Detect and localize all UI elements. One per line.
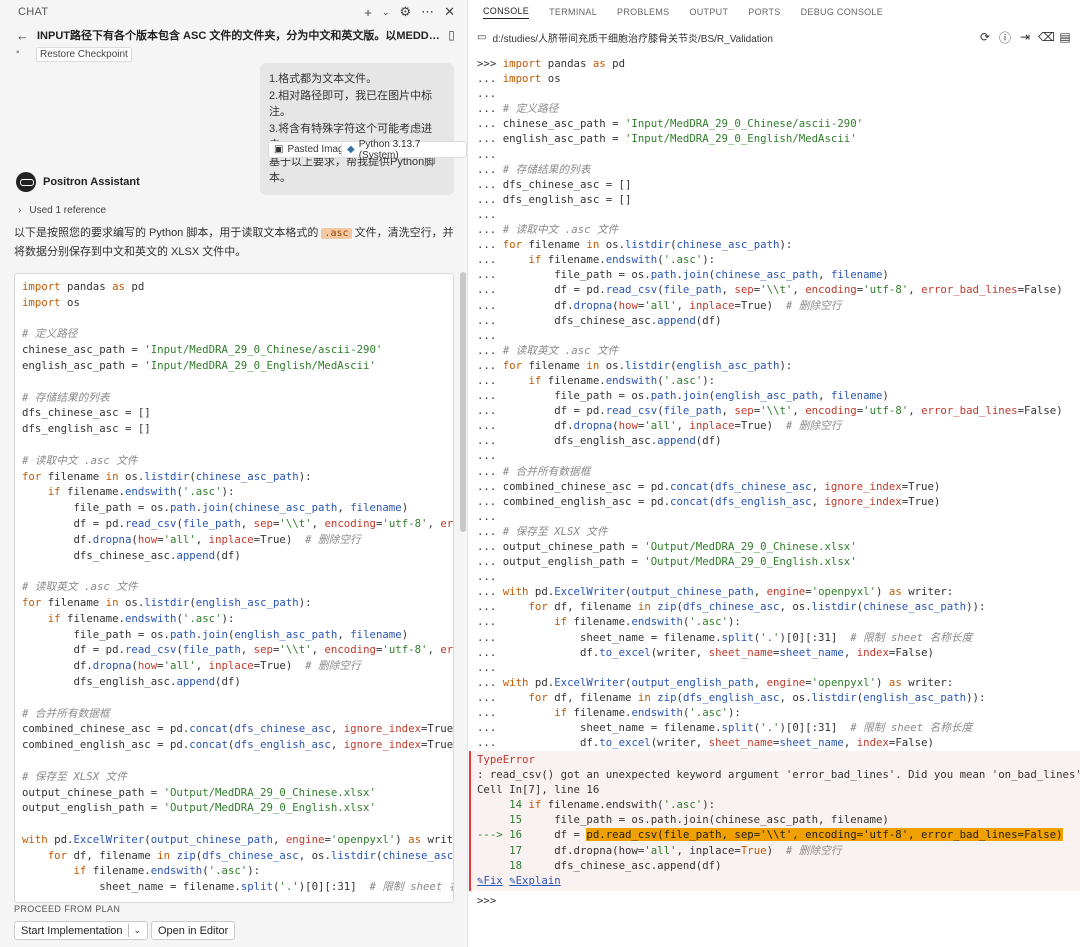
fix-link[interactable]: ✎Fix [477,874,503,887]
interrupt-icon[interactable]: ⇥ [1018,30,1032,44]
reference-label: Used 1 reference [29,205,107,216]
working-directory-bar: ▭ d:/studies/人脐带间充质干细胞治疗膝骨关节炎/BS/R_Valid… [469,24,1080,50]
tab-output[interactable]: OUTPUT [689,7,728,17]
clear-console-icon[interactable]: ⌫ [1038,30,1055,44]
tab-terminal[interactable]: TERMINAL [549,7,597,17]
description-text: 以下是按照您的要求编写的 Python 脚本，用于读取文本格式的 [14,227,322,239]
image-icon: ▣ [274,144,284,155]
trash-icon[interactable]: ▤ [1058,30,1072,44]
user-message-line: 1.格式都为文本文件。 [269,73,378,85]
gear-icon[interactable]: ⚙ [399,4,411,20]
reference-toggle[interactable]: › Used 1 reference [18,205,106,216]
console-history: >>> import pandas as pd ... import os ..… [477,57,1063,750]
chevron-down-icon[interactable]: ⌄ [134,925,142,936]
assistant-avatar [16,172,36,192]
error-message: : read_csv() got an unexpected keyword a… [477,768,1080,782]
error-cell: Cell In[7], line 16 [477,783,600,797]
console-panel: CONSOLE TERMINAL PROBLEMS OUTPUT PORTS D… [469,0,1080,947]
restore-checkpoint-button[interactable]: Restore Checkpoint [36,47,132,62]
assistant-description: 以下是按照您的要求编写的 Python 脚本，用于读取文本格式的 .asc 文件… [14,224,458,262]
code-block[interactable]: import pandas as pd import os # 定义路径 chi… [14,273,454,903]
chat-title: INPUT路径下有各个版本包含 ASC 文件的文件夹，分为中文和英文版。以MED… [37,30,440,42]
working-directory-path: d:/studies/人脐带间充质干细胞治疗膝骨关节炎/BS/R_Validat… [492,33,773,45]
tab-ports[interactable]: PORTS [748,7,780,17]
start-implementation-button[interactable]: Start Implementation ⌄ [14,921,149,940]
python-version-attachment[interactable]: ◆ Python 3.13.7 (System) [341,138,467,161]
proceed-label: PROCEED FROM PLAN [14,904,121,914]
open-in-editor-button[interactable]: Open in Editor [151,921,236,940]
assistant-name: Positron Assistant [43,176,140,188]
code-scrollbar[interactable] [460,272,466,532]
more-icon[interactable]: ⋯ [421,4,434,20]
explain-link[interactable]: ✎Explain [509,874,560,887]
panel-toggle-icon[interactable]: ▯ [448,28,455,42]
chat-panel-title: CHAT [18,6,49,18]
chat-header: ← INPUT路径下有各个版本包含 ASC 文件的文件夹，分为中文和英文版。以M… [0,24,467,46]
restore-row: ▪ Restore Checkpoint [0,46,467,62]
info-icon[interactable]: ⓘ [998,29,1012,46]
plus-icon[interactable]: + [364,5,372,20]
chat-topbar: CHAT + ⌄ ⚙ ⋯ ✕ [0,0,467,24]
panel-tabs: CONSOLE TERMINAL PROBLEMS OUTPUT PORTS D… [469,0,1080,24]
assistant-header: Positron Assistant [16,172,140,192]
back-arrow-icon[interactable]: ← [16,28,29,43]
error-type: TypeError [477,753,535,766]
bookmark-icon: ▪ [16,47,20,58]
folder-icon: ▭ [477,31,487,43]
user-message-line: 2.相对路径即可，我已在图片中标注。 [269,89,433,119]
tab-problems[interactable]: PROBLEMS [617,7,669,17]
divider [127,924,129,937]
tab-debug-console[interactable]: DEBUG CONSOLE [801,7,883,17]
chevron-right-icon: › [18,205,22,216]
tab-console[interactable]: CONSOLE [483,6,530,19]
refresh-icon[interactable]: ⟳ [978,30,992,44]
chevron-down-icon[interactable]: ⌄ [382,7,390,18]
python-icon: ◆ [347,144,355,155]
chat-panel: CHAT + ⌄ ⚙ ⋯ ✕ ← INPUT路径下有各个版本包含 ASC 文件的… [0,0,468,947]
close-icon[interactable]: ✕ [444,4,455,20]
attachment-label: Python 3.13.7 (System) [358,138,421,161]
start-implementation-label: Start Implementation [21,924,123,937]
inline-code: .asc [321,228,352,239]
attachment-label: Pasted Image [287,144,350,155]
traceback: TypeError : read_csv() got an unexpected… [477,752,1080,888]
user-message: 1.格式都为文本文件。 2.相对路径即可，我已在图片中标注。 3.将含有特殊字符… [260,63,454,195]
code-content: import pandas as pd import os # 定义路径 chi… [22,280,454,894]
error-output: TypeError : read_csv() got an unexpected… [469,751,1080,891]
console-prompt[interactable]: >>> [477,894,496,907]
